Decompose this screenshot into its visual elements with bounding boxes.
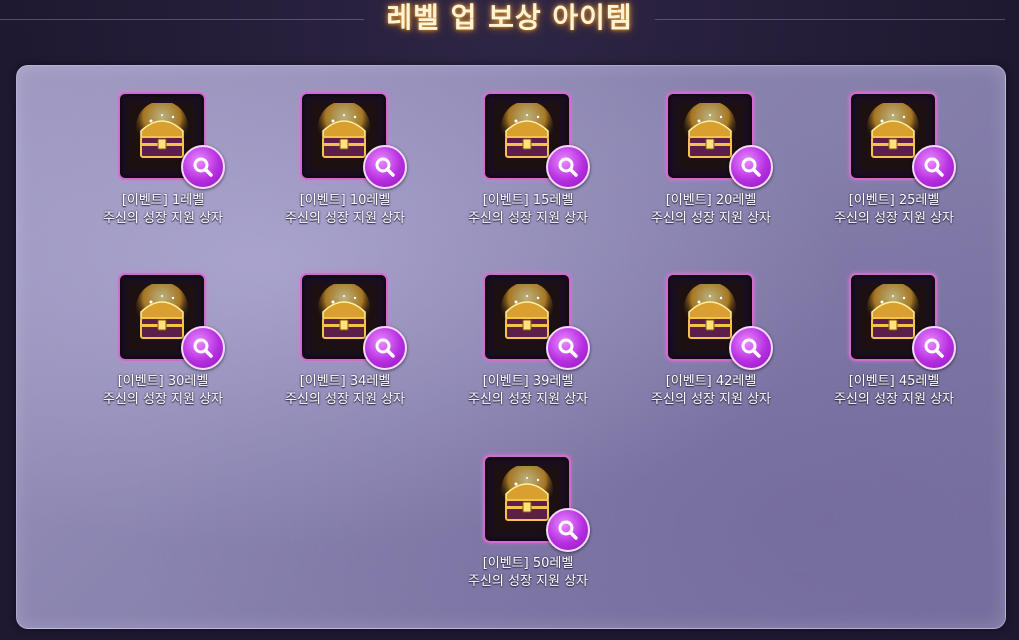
item-event-level: [이벤트] 34레벨: [299, 374, 391, 389]
item-title: 주신의 성장 지원 상자: [650, 211, 772, 226]
item-event-level: [이벤트] 45레벨: [848, 374, 940, 389]
item-event-level: [이벤트] 25레벨: [848, 193, 940, 208]
item-title: 주신의 성장 지원 상자: [833, 211, 955, 226]
reward-item: [이벤트] 20레벨 주신의 성장 지원 상자: [620, 92, 802, 242]
reward-item: [이벤트] 42레벨 주신의 성장 지원 상자: [620, 273, 802, 423]
item-title: 주신의 성장 지원 상자: [102, 392, 224, 407]
reward-item: [이벤트] 10레벨 주신의 성장 지원 상자: [254, 92, 436, 242]
item-name: [이벤트] 39레벨 주신의 성장 지원 상자: [437, 373, 619, 409]
item-name: [이벤트] 20레벨 주신의 성장 지원 상자: [620, 192, 802, 228]
magnifier-icon: [741, 157, 761, 177]
item-event-level: [이벤트] 10레벨: [299, 193, 391, 208]
item-event-level: [이벤트] 15레벨: [482, 193, 574, 208]
zoom-button[interactable]: [363, 326, 407, 370]
item-title: 주신의 성장 지원 상자: [284, 211, 406, 226]
magnifier-icon: [193, 338, 213, 358]
item-event-level: [이벤트] 20레벨: [665, 193, 757, 208]
magnifier-icon: [375, 157, 395, 177]
page-title: 레벨 업 보상 아이템: [386, 1, 633, 34]
item-title: 주신의 성장 지원 상자: [467, 392, 589, 407]
zoom-button[interactable]: [546, 145, 590, 189]
section-header: 레벨 업 보상 아이템: [0, 0, 1019, 46]
reward-item: [이벤트] 15레벨 주신의 성장 지원 상자: [437, 92, 619, 242]
header-divider-left: [0, 19, 364, 20]
zoom-button[interactable]: [729, 145, 773, 189]
item-title: 주신의 성장 지원 상자: [467, 211, 589, 226]
item-title: 주신의 성장 지원 상자: [102, 211, 224, 226]
reward-items-panel: [이벤트] 1레벨 주신의 성장 지원 상자 [이벤트] 10레벨 주신의 성장…: [16, 65, 1006, 629]
reward-item: [이벤트] 50레벨 주신의 성장 지원 상자: [437, 455, 619, 605]
item-name: [이벤트] 25레벨 주신의 성장 지원 상자: [803, 192, 985, 228]
zoom-button[interactable]: [912, 326, 956, 370]
item-name: [이벤트] 30레벨 주신의 성장 지원 상자: [72, 373, 254, 409]
reward-item: [이벤트] 39레벨 주신의 성장 지원 상자: [437, 273, 619, 423]
zoom-button[interactable]: [181, 145, 225, 189]
item-event-level: [이벤트] 39레벨: [482, 374, 574, 389]
item-title: 주신의 성장 지원 상자: [833, 392, 955, 407]
item-name: [이벤트] 15레벨 주신의 성장 지원 상자: [437, 192, 619, 228]
reward-item: [이벤트] 45레벨 주신의 성장 지원 상자: [803, 273, 985, 423]
item-title: 주신의 성장 지원 상자: [284, 392, 406, 407]
magnifier-icon: [558, 520, 578, 540]
zoom-button[interactable]: [729, 326, 773, 370]
magnifier-icon: [924, 338, 944, 358]
reward-item: [이벤트] 25레벨 주신의 성장 지원 상자: [803, 92, 985, 242]
item-event-level: [이벤트] 50레벨: [482, 556, 574, 571]
magnifier-icon: [924, 157, 944, 177]
magnifier-icon: [193, 157, 213, 177]
zoom-button[interactable]: [546, 326, 590, 370]
magnifier-icon: [375, 338, 395, 358]
item-name: [이벤트] 45레벨 주신의 성장 지원 상자: [803, 373, 985, 409]
item-title: 주신의 성장 지원 상자: [650, 392, 772, 407]
item-name: [이벤트] 34레벨 주신의 성장 지원 상자: [254, 373, 436, 409]
item-name: [이벤트] 1레벨 주신의 성장 지원 상자: [72, 192, 254, 228]
magnifier-icon: [558, 338, 578, 358]
reward-item: [이벤트] 1레벨 주신의 성장 지원 상자: [72, 92, 254, 242]
header-divider-right: [655, 19, 1005, 20]
zoom-button[interactable]: [546, 508, 590, 552]
item-event-level: [이벤트] 1레벨: [121, 193, 205, 208]
zoom-button[interactable]: [181, 326, 225, 370]
item-name: [이벤트] 50레벨 주신의 성장 지원 상자: [437, 555, 619, 591]
reward-item: [이벤트] 34레벨 주신의 성장 지원 상자: [254, 273, 436, 423]
reward-item: [이벤트] 30레벨 주신의 성장 지원 상자: [72, 273, 254, 423]
item-title: 주신의 성장 지원 상자: [467, 574, 589, 589]
item-name: [이벤트] 10레벨 주신의 성장 지원 상자: [254, 192, 436, 228]
item-event-level: [이벤트] 30레벨: [117, 374, 209, 389]
zoom-button[interactable]: [363, 145, 407, 189]
magnifier-icon: [558, 157, 578, 177]
zoom-button[interactable]: [912, 145, 956, 189]
item-name: [이벤트] 42레벨 주신의 성장 지원 상자: [620, 373, 802, 409]
magnifier-icon: [741, 338, 761, 358]
item-event-level: [이벤트] 42레벨: [665, 374, 757, 389]
